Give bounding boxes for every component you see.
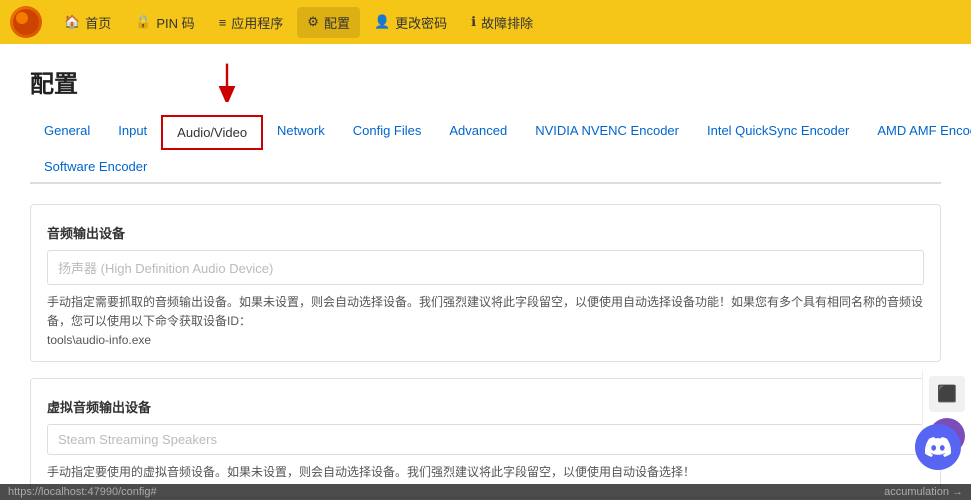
nav-apps[interactable]: ≡ 应用程序 [209, 7, 294, 38]
audio-output-command: tools\audio-info.exe [47, 333, 924, 347]
page-title: 配置 [30, 64, 941, 99]
tab-advanced[interactable]: Advanced [435, 115, 521, 149]
home-icon: 🏠 [64, 14, 80, 30]
discord-button[interactable] [915, 424, 961, 470]
lock-icon: 🔒 [135, 14, 151, 30]
menu-icon: ≡ [219, 15, 227, 30]
audio-output-title: 音频输出设备 [47, 219, 924, 242]
audio-output-desc: 手动指定需要抓取的音频输出设备。如果未设置，则会自动选择设备。我们强烈建议将此字… [47, 293, 924, 331]
qr-button[interactable]: ⬛ [929, 376, 965, 412]
tab-audiovideo[interactable]: Audio/Video [161, 115, 263, 150]
tab-network[interactable]: Network [263, 115, 339, 149]
bottom-right: accumulation → [884, 486, 963, 498]
tab-general[interactable]: General [30, 115, 104, 149]
top-nav: 🏠 首页 🔒 PIN 码 ≡ 应用程序 ⚙ 配置 👤 更改密码 ℹ 故障排除 [0, 0, 971, 44]
tab-configfiles[interactable]: Config Files [339, 115, 436, 149]
main-content: 配置 General Input Audio/Video Network [0, 44, 971, 500]
audio-output-input[interactable]: 扬声器 (High Definition Audio Device) [47, 250, 924, 285]
qr-icon: ⬛ [937, 384, 957, 404]
nav-trouble[interactable]: ℹ 故障排除 [461, 7, 543, 38]
nav-home[interactable]: 🏠 首页 [54, 7, 121, 38]
tab-input[interactable]: Input [104, 115, 161, 149]
bottom-url: https://localhost:47990/config# [8, 486, 157, 498]
user-icon: 👤 [374, 14, 390, 30]
nav-password[interactable]: 👤 更改密码 [364, 7, 457, 38]
tab-nvenc[interactable]: NVIDIA NVENC Encoder [521, 115, 693, 149]
bottom-bar: https://localhost:47990/config# accumula… [0, 484, 971, 500]
virtual-audio-desc: 手动指定要使用的虚拟音频设备。如果未设置，则会自动选择设备。我们强烈建议将此字段… [47, 463, 924, 482]
virtual-audio-title: 虚拟音频输出设备 [47, 393, 924, 416]
tab-quicksync[interactable]: Intel QuickSync Encoder [693, 115, 863, 149]
tabs-container: General Input Audio/Video Network Config… [30, 115, 941, 184]
section-virtual-audio: 虚拟音频输出设备 Steam Streaming Speakers 手动指定要使… [30, 378, 941, 497]
tab-softwareencoder[interactable]: Software Encoder [30, 151, 161, 182]
nav-config[interactable]: ⚙ 配置 [297, 7, 360, 38]
gear-icon: ⚙ [307, 14, 319, 30]
arrow-indicator [207, 62, 247, 102]
section-audio-output: 音频输出设备 扬声器 (High Definition Audio Device… [30, 204, 941, 362]
app-logo [10, 6, 42, 38]
info-icon: ℹ [471, 14, 476, 30]
tab-amf[interactable]: AMD AMF Encoder [863, 115, 971, 149]
nav-pin[interactable]: 🔒 PIN 码 [125, 7, 204, 38]
virtual-audio-input[interactable]: Steam Streaming Speakers [47, 424, 924, 455]
